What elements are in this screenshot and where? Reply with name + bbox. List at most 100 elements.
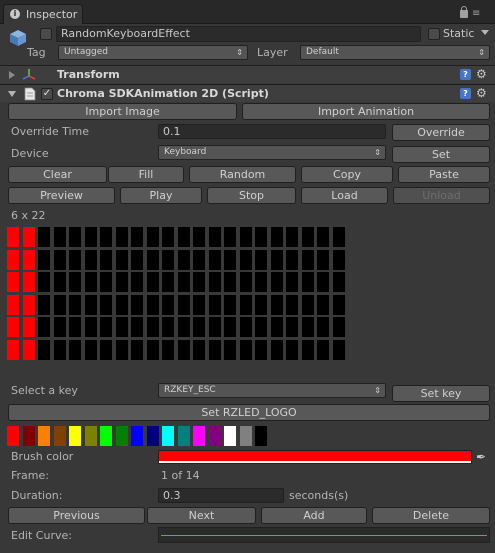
led-key[interactable]: [271, 317, 283, 337]
led-key[interactable]: [271, 227, 283, 247]
palette-swatch[interactable]: [224, 426, 236, 446]
led-key[interactable]: [240, 317, 252, 337]
palette-swatch[interactable]: [69, 426, 81, 446]
led-key[interactable]: [7, 227, 19, 247]
previous-button[interactable]: Previous: [8, 507, 145, 524]
led-key[interactable]: [333, 317, 345, 337]
led-key[interactable]: [131, 272, 143, 292]
palette-swatch[interactable]: [53, 426, 66, 446]
led-key[interactable]: [69, 272, 81, 292]
load-button[interactable]: Load: [301, 187, 388, 204]
layer-dropdown[interactable]: Default ⇕: [300, 45, 490, 60]
led-key[interactable]: [224, 295, 236, 315]
active-checkbox[interactable]: [40, 28, 52, 40]
led-key[interactable]: [224, 272, 236, 292]
led-key[interactable]: [116, 227, 128, 247]
led-key[interactable]: [116, 317, 128, 337]
led-key[interactable]: [193, 317, 205, 337]
led-key[interactable]: [317, 317, 329, 337]
foldout-collapsed-icon[interactable]: [9, 71, 15, 79]
led-key[interactable]: [23, 340, 35, 360]
led-key[interactable]: [100, 295, 112, 315]
led-key[interactable]: [100, 340, 112, 360]
led-key[interactable]: [271, 250, 283, 270]
led-key[interactable]: [193, 295, 205, 315]
led-key[interactable]: [54, 295, 66, 315]
static-checkbox[interactable]: [428, 28, 440, 40]
led-key[interactable]: [271, 295, 283, 315]
palette-swatch[interactable]: [193, 426, 205, 446]
led-key[interactable]: [333, 340, 345, 360]
static-dropdown-arrow-icon[interactable]: [481, 30, 489, 35]
fill-button[interactable]: Fill: [108, 166, 184, 183]
led-key[interactable]: [147, 340, 159, 360]
clear-button[interactable]: Clear: [8, 166, 107, 183]
led-key[interactable]: [100, 272, 112, 292]
palette-swatch[interactable]: [84, 426, 97, 446]
gear-icon[interactable]: ⚙: [476, 87, 487, 99]
led-key[interactable]: [54, 227, 66, 247]
led-key[interactable]: [209, 317, 221, 337]
led-key[interactable]: [333, 295, 345, 315]
led-key[interactable]: [100, 227, 112, 247]
script-enabled-checkbox[interactable]: ✓: [41, 88, 53, 100]
palette-swatch[interactable]: [255, 426, 267, 446]
palette-swatch[interactable]: [115, 426, 128, 446]
help-icon[interactable]: ?: [460, 69, 471, 80]
palette-swatch[interactable]: [177, 426, 190, 446]
led-key[interactable]: [147, 250, 159, 270]
led-key[interactable]: [162, 250, 174, 270]
next-button[interactable]: Next: [147, 507, 256, 524]
led-key[interactable]: [255, 250, 267, 270]
led-key[interactable]: [209, 227, 221, 247]
led-key[interactable]: [317, 295, 329, 315]
led-key[interactable]: [317, 250, 329, 270]
led-key[interactable]: [147, 295, 159, 315]
led-key[interactable]: [100, 250, 112, 270]
led-key[interactable]: [286, 227, 298, 247]
foldout-expanded-icon[interactable]: [8, 91, 16, 97]
led-key[interactable]: [162, 227, 174, 247]
device-dropdown[interactable]: Keyboard ⇕: [158, 145, 386, 160]
led-key[interactable]: [131, 340, 143, 360]
led-key[interactable]: [69, 340, 81, 360]
led-key[interactable]: [302, 295, 314, 315]
led-key[interactable]: [302, 250, 314, 270]
palette-swatch[interactable]: [22, 426, 35, 446]
palette-swatch[interactable]: [131, 426, 143, 446]
led-key[interactable]: [193, 340, 205, 360]
led-key[interactable]: [23, 317, 35, 337]
led-key[interactable]: [302, 227, 314, 247]
led-key[interactable]: [317, 227, 329, 247]
led-key[interactable]: [240, 340, 252, 360]
led-key[interactable]: [7, 340, 19, 360]
led-key[interactable]: [302, 340, 314, 360]
led-key[interactable]: [209, 340, 221, 360]
menu-icon[interactable]: ≡: [472, 9, 486, 19]
help-icon[interactable]: ?: [460, 88, 471, 99]
led-key[interactable]: [286, 250, 298, 270]
led-key[interactable]: [224, 340, 236, 360]
led-key[interactable]: [38, 317, 50, 337]
import-animation-button[interactable]: Import Animation: [242, 103, 490, 120]
led-key[interactable]: [54, 272, 66, 292]
led-key[interactable]: [162, 295, 174, 315]
led-key[interactable]: [54, 340, 66, 360]
paste-button[interactable]: Paste: [398, 166, 490, 183]
led-key[interactable]: [7, 295, 19, 315]
led-key[interactable]: [147, 317, 159, 337]
led-key[interactable]: [7, 272, 19, 292]
led-key[interactable]: [178, 340, 190, 360]
led-key[interactable]: [255, 272, 267, 292]
led-key[interactable]: [38, 295, 50, 315]
led-key[interactable]: [38, 250, 50, 270]
led-key[interactable]: [302, 317, 314, 337]
palette-swatch[interactable]: [100, 426, 112, 446]
set-key-button[interactable]: Set key: [392, 385, 490, 402]
led-key[interactable]: [162, 272, 174, 292]
led-key[interactable]: [240, 250, 252, 270]
led-key[interactable]: [54, 317, 66, 337]
led-key[interactable]: [178, 272, 190, 292]
led-key[interactable]: [69, 250, 81, 270]
random-button[interactable]: Random: [189, 166, 296, 183]
